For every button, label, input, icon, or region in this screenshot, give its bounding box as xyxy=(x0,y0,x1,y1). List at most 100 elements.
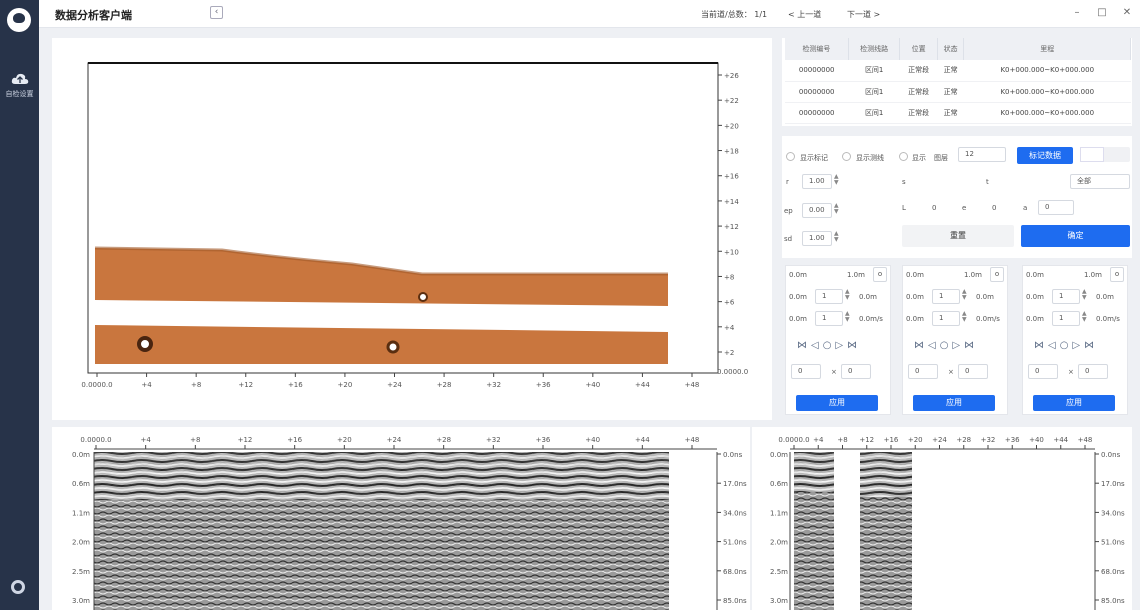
sub-row2-unit: 0.0m/s xyxy=(1096,315,1120,323)
sub-row2-spinner[interactable]: ▲ ▼ xyxy=(1082,311,1087,323)
playback-controls-icon[interactable]: ⋈◁○▷⋈ xyxy=(797,340,861,351)
x-tick-label: 0.0000.0 xyxy=(778,436,809,444)
next-button[interactable]: 下一道 > xyxy=(847,9,880,20)
sub-option-button[interactable]: o xyxy=(990,267,1004,282)
sub-h1: 0.0m xyxy=(906,271,924,279)
sub-num-input-1[interactable]: 0 xyxy=(908,364,938,379)
param-spinner-1[interactable]: ▲ ▼ xyxy=(834,174,839,186)
param-input-1[interactable]: 1.00 xyxy=(802,174,832,189)
x-tick-label: +32 xyxy=(981,436,996,444)
reset-button[interactable]: 重置 xyxy=(902,225,1014,247)
depth-tick-label: 2.5m xyxy=(770,568,788,576)
x-tick-label: +32 xyxy=(486,436,501,444)
apply-button[interactable]: 应用 xyxy=(913,395,995,411)
x-tick-label: +44 xyxy=(635,381,650,389)
sidebar-item-settings[interactable]: 自检设置 xyxy=(0,72,39,99)
table-cell: 正常段 xyxy=(899,81,938,103)
sub-h1: 0.0m xyxy=(789,271,807,279)
maximize-icon[interactable]: □ xyxy=(1095,6,1109,20)
apply-button[interactable]: 应用 xyxy=(1033,395,1115,411)
sub-row1-label: 0.0m xyxy=(906,293,924,301)
x-tick-label: +20 xyxy=(337,436,352,444)
time-tick-label: 34.0ns xyxy=(723,509,747,517)
x-tick-label: +20 xyxy=(338,381,353,389)
e-label: e xyxy=(962,204,967,212)
y-tick-label: +14 xyxy=(724,198,739,206)
image-plot[interactable]: 0.0000.0 +4 +8 +12 +16 +20 +24 +28 +32 +36 +40 +44 +… xyxy=(52,38,772,420)
title-bar: 数据分析客户端 ‹ 当前道/总数： 1/1 < 上一道 下一道 > – □ ✕ xyxy=(39,0,1140,28)
show-mark-radio[interactable] xyxy=(786,152,795,161)
table-cell: 正常段 xyxy=(899,102,938,124)
table-row[interactable]: 00000000 区间1 正常段 正常 K0+000.000~K0+000.000 xyxy=(785,60,1131,82)
sub-times-label: × xyxy=(948,368,954,376)
sub-num-input-2[interactable]: 0 xyxy=(1078,364,1108,379)
confirm-button[interactable]: 确定 xyxy=(1021,225,1130,247)
sub-num-input-1[interactable]: 0 xyxy=(791,364,821,379)
radar-plot-right[interactable]: 0.0000.0 +4 +8 +12 +16 +20 +24 +28 +32 +36 +40 +44 +… xyxy=(750,427,1132,610)
table-header[interactable]: 状态 xyxy=(937,38,965,60)
close-icon[interactable]: ✕ xyxy=(1120,6,1134,20)
sub-row1-input[interactable]: 1 xyxy=(1052,289,1080,304)
x-tick-label: +28 xyxy=(956,436,971,444)
table-row[interactable]: 00000000 区间1 正常段 正常 K0+000.000~K0+000.000 xyxy=(785,81,1131,103)
param-input-3[interactable]: 1.00 xyxy=(802,231,832,246)
x-tick-label: +32 xyxy=(486,381,501,389)
mark-data-button[interactable]: 标记数据 xyxy=(1017,147,1073,164)
sub-row1-unit: 0.0m xyxy=(859,293,877,301)
sub-row1-input[interactable]: 1 xyxy=(815,289,843,304)
table-header[interactable]: 检测线路 xyxy=(848,38,901,60)
sub-row1-spinner[interactable]: ▲ ▼ xyxy=(1082,289,1087,301)
table-header[interactable]: 检测编号 xyxy=(785,38,849,60)
prev-button[interactable]: < 上一道 xyxy=(788,9,821,20)
sub-row2-input[interactable]: 1 xyxy=(932,311,960,326)
L-label: L xyxy=(902,204,906,212)
show-line-radio[interactable] xyxy=(842,152,851,161)
sub-times-label: × xyxy=(1068,368,1074,376)
sub-row1-spinner[interactable]: ▲ ▼ xyxy=(962,289,967,301)
sub-num-input-1[interactable]: 0 xyxy=(1028,364,1058,379)
sub-row1-input[interactable]: 1 xyxy=(932,289,960,304)
depth-tick-label: 2.0m xyxy=(770,539,788,547)
param-spinner-3[interactable]: ▲ ▼ xyxy=(834,231,839,243)
table-cell: K0+000.000~K0+000.000 xyxy=(963,81,1131,103)
time-tick-label: 17.0ns xyxy=(1101,480,1125,488)
toggle-switch[interactable] xyxy=(1080,147,1130,162)
x-tick-label: +48 xyxy=(685,436,700,444)
sub-row2-spinner[interactable]: ▲ ▼ xyxy=(845,311,850,323)
x-tick-label: +4 xyxy=(813,436,824,444)
x-tick-label: +48 xyxy=(1078,436,1093,444)
table-row[interactable]: 00000000 区间1 正常段 正常 K0+000.000~K0+000.000 xyxy=(785,102,1131,124)
sub-num-input-2[interactable]: 0 xyxy=(841,364,871,379)
param-spinner-2[interactable]: ▲ ▼ xyxy=(834,203,839,215)
sub-num-input-2[interactable]: 0 xyxy=(958,364,988,379)
param-input-2[interactable]: 0.00 xyxy=(802,203,832,218)
table-cell: 00000000 xyxy=(785,102,849,124)
table-cell: 正常 xyxy=(937,102,964,124)
radar-plot-left[interactable]: 0.0000.0 +4 +8 +12 +16 +20 +24 +28 +32 +36 +40 +44 +… xyxy=(52,427,772,610)
show-layer-radio[interactable] xyxy=(899,152,908,161)
sub-h2: 1.0m xyxy=(1084,271,1102,279)
table-header[interactable]: 位置 xyxy=(899,38,938,60)
playback-controls-icon[interactable]: ⋈◁○▷⋈ xyxy=(914,340,978,351)
sub-row2-input[interactable]: 1 xyxy=(1052,311,1080,326)
sub-row2-label: 0.0m xyxy=(1026,315,1044,323)
minimize-icon[interactable]: – xyxy=(1070,6,1084,20)
sub-option-button[interactable]: o xyxy=(873,267,887,282)
sub-row2-spinner[interactable]: ▲ ▼ xyxy=(962,311,967,323)
sub-row2-input[interactable]: 1 xyxy=(815,311,843,326)
table-header[interactable]: 里程 xyxy=(963,38,1131,60)
filter-select[interactable]: 全部 xyxy=(1070,174,1130,189)
defect-marker xyxy=(137,336,153,352)
settings-icon[interactable] xyxy=(11,580,25,594)
table-cell: 区间1 xyxy=(848,60,900,82)
sub-option-button[interactable]: o xyxy=(1110,267,1124,282)
collapse-sidebar-button[interactable]: ‹ xyxy=(210,6,223,19)
playback-controls-icon[interactable]: ⋈◁○▷⋈ xyxy=(1034,340,1098,351)
x-tick-label: 0.0000.0 xyxy=(80,436,111,444)
sidebar-item-label: 自检设置 xyxy=(5,90,34,98)
a-input[interactable]: 0 xyxy=(1038,200,1074,215)
layer-select[interactable]: 12 xyxy=(958,147,1006,162)
sub-row1-spinner[interactable]: ▲ ▼ xyxy=(845,289,850,301)
apply-button[interactable]: 应用 xyxy=(796,395,878,411)
show-label: 显示 xyxy=(912,154,926,162)
